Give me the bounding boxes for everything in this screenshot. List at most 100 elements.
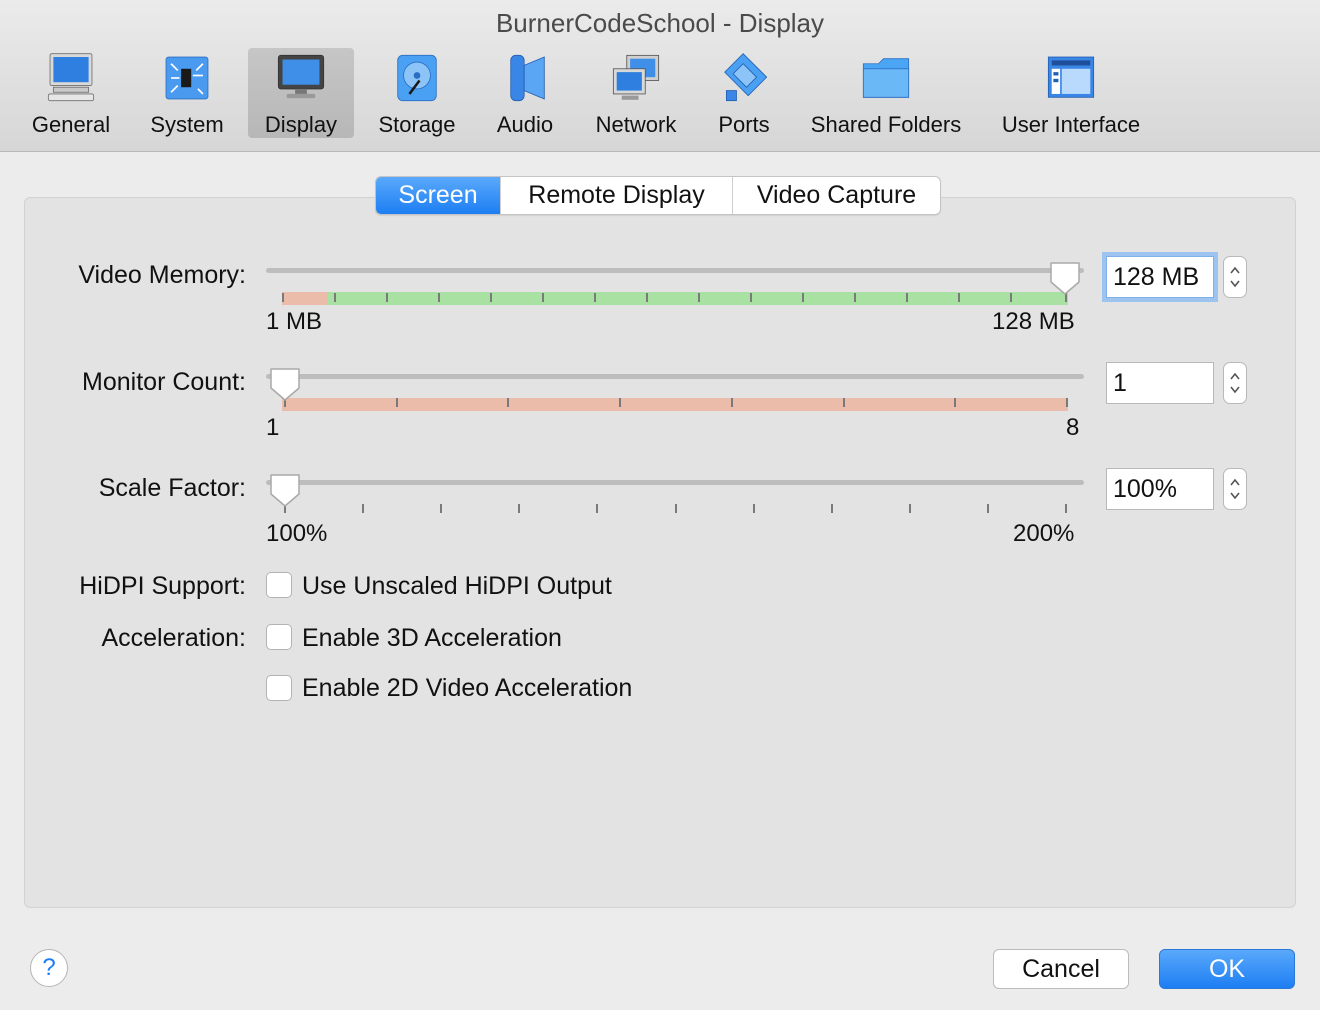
tab-bar: Screen Remote Display Video Capture	[375, 176, 941, 215]
slider-tick	[386, 293, 388, 302]
toolbar-label: User Interface	[1001, 112, 1141, 137]
slider-tick	[954, 398, 957, 407]
video-memory-band-low	[282, 292, 327, 305]
tab-video-capture[interactable]: Video Capture	[733, 177, 940, 214]
slider-tick	[596, 504, 599, 513]
slider-tick	[518, 504, 521, 513]
toolbar-network[interactable]: Network	[588, 48, 684, 138]
slider-tick	[1065, 504, 1067, 513]
folder-icon	[862, 58, 910, 98]
toolbar-display[interactable]: Display	[248, 48, 354, 138]
monitor-icon	[277, 54, 325, 99]
disk-icon	[397, 54, 437, 102]
scale-factor-label: Scale Factor:	[98, 474, 246, 502]
enable-3d-checkbox[interactable]	[266, 624, 292, 650]
slider-tick	[752, 504, 755, 513]
stepper-arrows-icon	[1230, 266, 1240, 288]
toolbar-general[interactable]: General	[22, 48, 120, 138]
scale-factor-max-label: 200%	[1013, 520, 1075, 547]
toolbar-label: System	[150, 112, 224, 137]
scale-factor-input[interactable]: 100%	[1106, 468, 1214, 510]
tab-remote-display[interactable]: Remote Display	[501, 177, 733, 214]
toolbar-label: Network	[595, 112, 677, 137]
scale-factor-slider-thumb[interactable]	[268, 472, 302, 508]
toolbar-shared-folders[interactable]: Shared Folders	[806, 48, 966, 138]
slider-tick	[986, 504, 989, 513]
enable-2d-checkbox[interactable]	[266, 675, 292, 701]
video-memory-slider-thumb[interactable]	[1048, 260, 1082, 296]
monitor-count-track[interactable]	[266, 374, 1084, 379]
video-memory-max-label: 128 MB	[992, 308, 1075, 335]
toolbar-label: General	[31, 112, 111, 137]
slider-tick	[958, 293, 960, 302]
serial-port-icon	[724, 53, 768, 102]
window-title: BurnerCodeSchool - Display	[495, 8, 825, 38]
slider-tick	[730, 398, 733, 407]
hidpi-checkbox[interactable]	[266, 572, 292, 598]
slider-tick	[282, 293, 284, 302]
toolbar-audio[interactable]: Audio	[482, 48, 568, 138]
chip-icon	[165, 56, 209, 100]
computer-icon	[47, 53, 95, 102]
enable-3d-label[interactable]: Enable 3D Acceleration	[302, 624, 562, 653]
slider-tick	[842, 398, 845, 407]
slider-tick	[750, 293, 752, 302]
hidpi-label: HiDPI Support:	[79, 572, 246, 600]
ok-button[interactable]: OK	[1159, 949, 1295, 989]
tab-screen[interactable]: Screen	[376, 177, 501, 214]
scale-factor-track[interactable]	[266, 480, 1084, 485]
slider-tick	[490, 293, 492, 302]
slider-tick	[395, 398, 398, 407]
monitor-count-slider-thumb[interactable]	[268, 366, 302, 402]
slider-tick	[906, 293, 908, 302]
slider-tick	[854, 293, 856, 302]
slider-tick	[507, 398, 510, 407]
video-memory-input[interactable]: 128 MB	[1106, 256, 1214, 298]
slider-tick	[619, 398, 622, 407]
toolbar-label: Audio	[496, 112, 554, 137]
monitor-count-band	[282, 398, 1068, 411]
slider-tick	[542, 293, 544, 302]
speaker-icon	[510, 54, 545, 102]
slider-tick	[698, 293, 700, 302]
video-memory-min-label: 1 MB	[266, 308, 323, 335]
title-bar: BurnerCodeSchool - Display General Syste…	[0, 0, 1320, 152]
stepper-arrows-icon	[1230, 372, 1240, 394]
toolbar-ports[interactable]: Ports	[704, 48, 784, 138]
network-icon	[612, 54, 660, 100]
scale-factor-stepper[interactable]	[1223, 468, 1247, 510]
toolbar-system[interactable]: System	[138, 48, 236, 138]
monitor-count-input[interactable]: 1	[1106, 362, 1214, 404]
monitor-count-label: Monitor Count:	[82, 368, 246, 396]
enable-2d-label[interactable]: Enable 2D Video Acceleration	[302, 674, 632, 703]
acceleration-label: Acceleration:	[101, 624, 246, 652]
video-memory-track[interactable]	[266, 268, 1084, 273]
toolbar-user-interface[interactable]: User Interface	[996, 48, 1146, 138]
monitor-count-max-label: 8	[1066, 414, 1080, 441]
slider-tick	[362, 504, 365, 513]
slider-tick	[440, 504, 443, 513]
stepper-arrows-icon	[1230, 478, 1240, 500]
video-memory-label: Video Memory:	[78, 261, 246, 289]
slider-tick	[1010, 293, 1012, 302]
window-icon	[1047, 56, 1095, 98]
slider-tick	[438, 293, 440, 302]
scale-factor-min-label: 100%	[266, 520, 328, 547]
slider-tick	[830, 504, 833, 513]
monitor-count-stepper[interactable]	[1223, 362, 1247, 404]
slider-tick	[594, 293, 596, 302]
toolbar-label: Storage	[378, 112, 456, 137]
video-memory-stepper[interactable]	[1223, 256, 1247, 298]
monitor-count-min-label: 1	[266, 414, 280, 441]
toolbar-label: Display	[264, 112, 338, 137]
slider-tick	[674, 504, 677, 513]
cancel-button[interactable]: Cancel	[993, 949, 1129, 989]
toolbar-label: Ports	[718, 112, 770, 137]
slider-tick	[646, 293, 648, 302]
slider-tick	[1065, 398, 1068, 407]
toolbar-storage[interactable]: Storage	[368, 48, 466, 138]
hidpi-option-label[interactable]: Use Unscaled HiDPI Output	[302, 572, 612, 601]
toolbar-label: Shared Folders	[810, 112, 962, 137]
slider-tick	[334, 293, 336, 302]
help-button[interactable]: ?	[30, 949, 68, 987]
